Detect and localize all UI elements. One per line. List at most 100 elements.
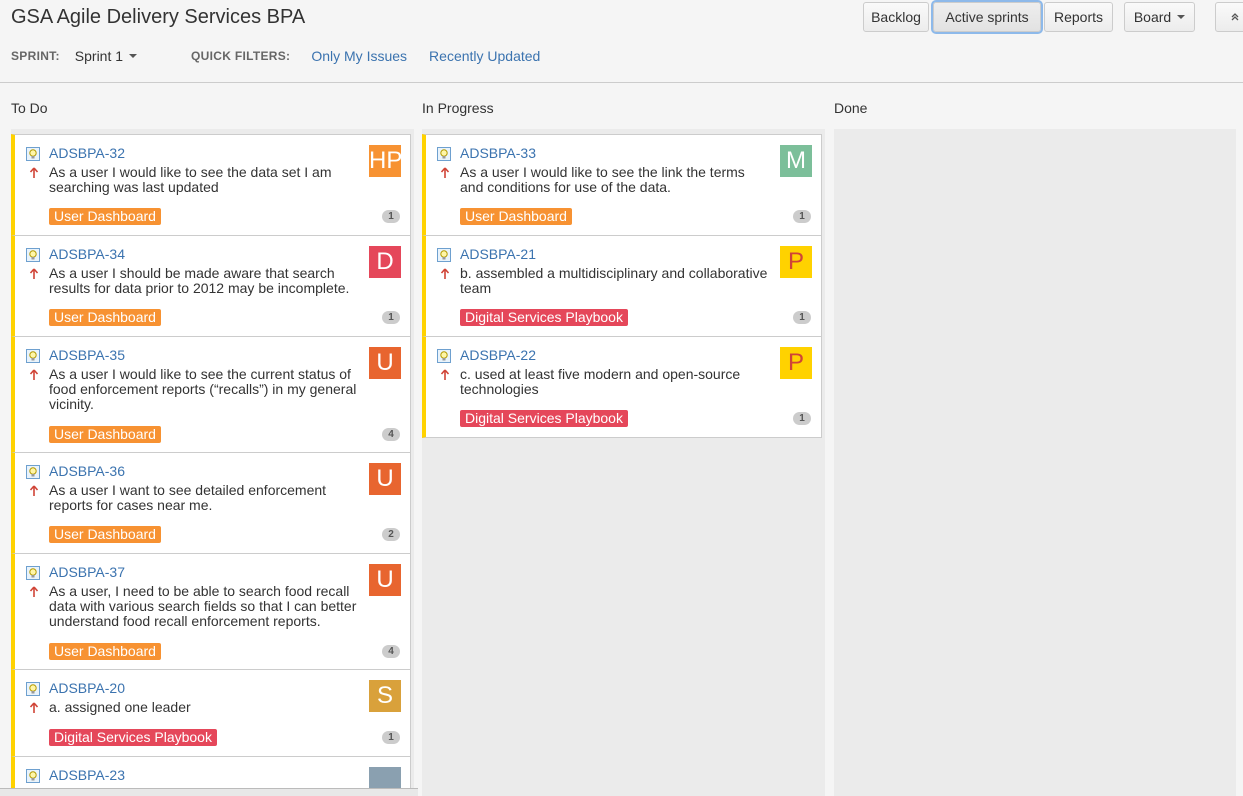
assignee-avatar[interactable]: HP <box>369 145 402 177</box>
issue-card[interactable]: ADSBPA-22 c. used at least five modern an… <box>422 336 822 438</box>
epic-label[interactable]: Digital Services Playbook <box>460 309 628 326</box>
priority-up-icon <box>29 167 39 178</box>
subtask-count-badge: 1 <box>382 210 400 223</box>
browser-status-bar <box>0 788 418 796</box>
priority-up-icon <box>440 369 450 380</box>
priority-up-icon <box>29 485 39 496</box>
story-icon <box>26 465 40 479</box>
column-header-done: Done <box>834 100 868 116</box>
story-icon <box>26 566 40 580</box>
story-icon <box>437 248 451 262</box>
subtask-count-badge: 1 <box>793 412 811 425</box>
issue-key[interactable]: ADSBPA-22 <box>460 347 536 363</box>
column-header-todo: To Do <box>11 100 48 116</box>
priority-up-icon <box>440 268 450 279</box>
subtask-count-badge: 1 <box>382 311 400 324</box>
issue-key[interactable]: ADSBPA-20 <box>49 680 125 696</box>
collapse-header-button[interactable] <box>1215 2 1243 32</box>
subtask-count-badge: 4 <box>382 645 400 658</box>
priority-up-icon <box>29 586 39 597</box>
sprint-subbar: SPRINT: Sprint 1 QUICK FILTERS: Only My … <box>11 48 540 64</box>
epic-label[interactable]: User Dashboard <box>49 643 161 660</box>
issue-summary: As a user I want to see detailed enforce… <box>49 482 327 513</box>
reports-button[interactable]: Reports <box>1044 2 1113 32</box>
subtask-count-badge: 1 <box>382 731 400 744</box>
chevron-down-icon <box>129 54 138 58</box>
filter-recently-updated[interactable]: Recently Updated <box>429 48 540 64</box>
story-icon <box>437 349 451 363</box>
issue-card[interactable]: ADSBPA-36 As a user I want to see detaile… <box>11 452 411 554</box>
issue-summary: As a user I would like to see the data s… <box>49 164 332 195</box>
issue-key[interactable]: ADSBPA-23 <box>49 767 125 783</box>
issue-summary: a. assigned one leader <box>49 699 191 715</box>
quick-filters-label: QUICK FILTERS: <box>191 49 291 63</box>
priority-up-icon <box>440 167 450 178</box>
story-icon <box>26 248 40 262</box>
issue-summary: As a user, I need to be able to search f… <box>49 583 357 629</box>
issue-key[interactable]: ADSBPA-37 <box>49 564 125 580</box>
issue-key[interactable]: ADSBPA-32 <box>49 145 125 161</box>
board-header: GSA Agile Delivery Services BPA Backlog … <box>0 0 1243 83</box>
epic-label[interactable]: User Dashboard <box>49 208 161 225</box>
epic-label[interactable]: User Dashboard <box>49 309 161 326</box>
filter-only-my-issues[interactable]: Only My Issues <box>311 48 407 64</box>
issue-key[interactable]: ADSBPA-35 <box>49 347 125 363</box>
story-icon <box>26 147 40 161</box>
subtask-count-badge: 2 <box>382 528 400 541</box>
assignee-avatar[interactable]: D <box>369 246 401 278</box>
story-icon <box>26 769 40 783</box>
board-toolbar: Backlog Active sprints Reports Board <box>863 0 1243 34</box>
issue-summary: As a user I should be made aware that se… <box>49 265 350 296</box>
issue-key[interactable]: ADSBPA-36 <box>49 463 125 479</box>
issue-card[interactable]: ADSBPA-34 As a user I should be made awar… <box>11 235 411 337</box>
issue-card[interactable]: ADSBPA-35 As a user I would like to see t… <box>11 336 411 453</box>
issue-summary: As a user I would like to see the link t… <box>460 164 745 195</box>
priority-up-icon <box>29 702 39 713</box>
epic-label[interactable]: User Dashboard <box>49 426 161 443</box>
story-icon <box>437 147 451 161</box>
board-title: GSA Agile Delivery Services BPA <box>11 6 306 28</box>
issue-card[interactable]: ADSBPA-33 As a user I would like to see t… <box>422 134 822 236</box>
epic-label[interactable]: User Dashboard <box>460 208 572 225</box>
sprint-label: SPRINT: <box>11 49 60 63</box>
chevron-down-icon <box>1177 15 1186 19</box>
issue-summary: As a user I would like to see the curren… <box>49 366 357 412</box>
issue-card[interactable]: ADSBPA-37 As a user, I need to be able to… <box>11 553 411 670</box>
story-icon <box>26 682 40 696</box>
assignee-avatar[interactable]: U <box>369 463 401 495</box>
issue-card[interactable]: ADSBPA-20 a. assigned one leader Digital S… <box>11 669 411 757</box>
subtask-count-badge: 4 <box>382 428 400 441</box>
story-icon <box>26 349 40 363</box>
priority-up-icon <box>29 369 39 380</box>
column-todo: ADSBPA-32 As a user I would like to see t… <box>11 129 414 796</box>
subtask-count-badge: 1 <box>793 210 811 223</box>
epic-label[interactable]: Digital Services Playbook <box>49 729 217 746</box>
sprint-value: Sprint 1 <box>74 48 124 64</box>
assignee-avatar[interactable]: P <box>780 246 812 278</box>
priority-up-icon <box>29 268 39 279</box>
column-header-in-progress: In Progress <box>422 100 494 116</box>
assignee-avatar[interactable]: U <box>369 347 401 379</box>
column-in-progress: ADSBPA-33 As a user I would like to see t… <box>422 129 825 796</box>
assignee-avatar[interactable]: S <box>369 680 401 712</box>
board-menu-button[interactable]: Board <box>1124 2 1195 32</box>
double-chevron-up-icon <box>1231 13 1239 21</box>
issue-card[interactable]: ADSBPA-21 b. assembled a multidisciplinar… <box>422 235 822 337</box>
issue-key[interactable]: ADSBPA-21 <box>460 246 536 262</box>
assignee-avatar[interactable]: U <box>369 564 401 596</box>
sprint-selector[interactable]: Sprint 1 <box>74 48 138 64</box>
epic-label[interactable]: Digital Services Playbook <box>460 410 628 427</box>
assignee-avatar[interactable]: P <box>780 347 812 379</box>
active-sprints-button[interactable]: Active sprints <box>931 0 1043 34</box>
backlog-button[interactable]: Backlog <box>863 2 929 32</box>
issue-key[interactable]: ADSBPA-34 <box>49 246 125 262</box>
issue-summary: c. used at least five modern and open-so… <box>460 366 741 397</box>
issue-summary: b. assembled a multidisciplinary and col… <box>460 265 768 296</box>
board-menu-label: Board <box>1133 9 1172 25</box>
subtask-count-badge: 1 <box>793 311 811 324</box>
issue-card[interactable]: ADSBPA-32 As a user I would like to see t… <box>11 134 411 236</box>
assignee-avatar[interactable]: M <box>780 145 812 177</box>
issue-key[interactable]: ADSBPA-33 <box>460 145 536 161</box>
column-done <box>834 129 1236 796</box>
epic-label[interactable]: User Dashboard <box>49 526 161 543</box>
